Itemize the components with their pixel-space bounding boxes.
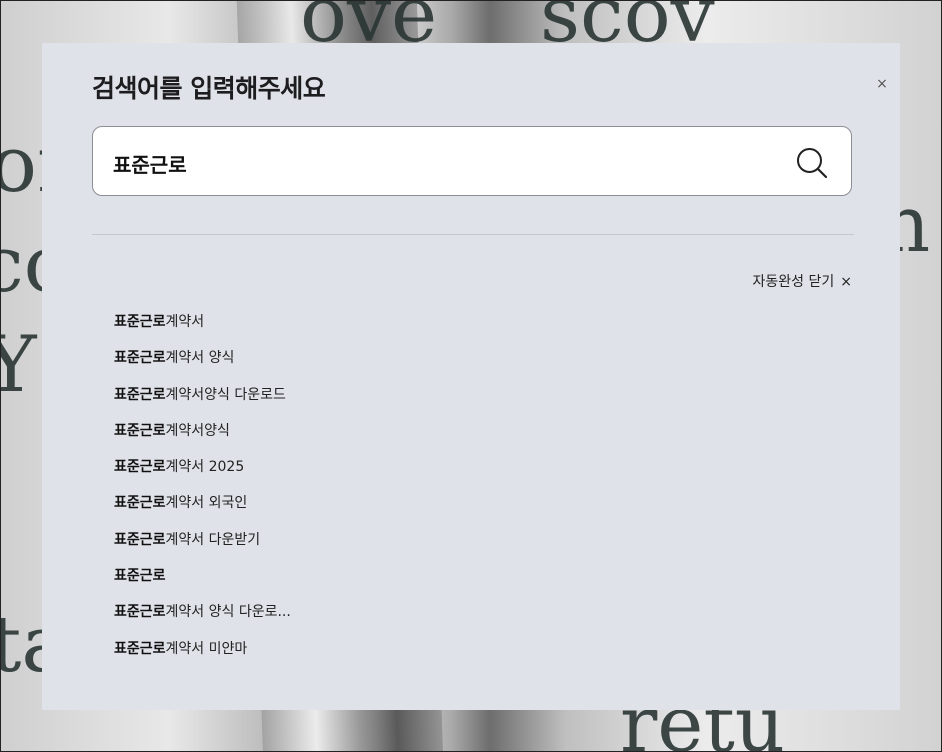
suggestion-list: 표준근로계약서 표준근로계약서 양식 표준근로계약서양식 다운로드 표준근로계약… — [114, 313, 291, 676]
suggestion-rest: 계약서 양식 — [165, 350, 235, 367]
suggestion-item[interactable]: 표준근로계약서 — [114, 313, 291, 349]
modal-close-button[interactable]: × — [868, 77, 896, 93]
suggestion-match: 표준근로 — [114, 531, 166, 548]
search-icon — [797, 148, 828, 179]
suggestion-rest: 계약서양식 — [165, 422, 230, 439]
suggestion-match: 표준근로 — [114, 495, 166, 512]
autocomplete-close-label: 자동완성 닫기 — [752, 274, 835, 290]
suggestion-item[interactable]: 표준근로계약서양식 — [114, 422, 291, 458]
suggestion-item[interactable]: 표준근로계약서 다운받기 — [114, 531, 291, 567]
suggestion-item[interactable]: 표준근로계약서 양식 다운로... — [114, 603, 291, 639]
suggestion-match: 표준근로 — [114, 604, 166, 621]
suggestion-item[interactable]: 표준근로계약서 양식 — [114, 349, 291, 385]
suggestion-rest: 계약서 미얀마 — [165, 640, 248, 657]
suggestion-rest: 계약서 2025 — [165, 459, 245, 476]
suggestion-match: 표준근로 — [114, 640, 166, 657]
divider — [92, 234, 854, 235]
suggestion-item[interactable]: 표준근로계약서양식 다운로드 — [114, 386, 291, 422]
search-box — [92, 126, 852, 196]
search-modal: × 검색어를 입력해주세요 자동완성 닫기× 표준근로계약서 표준근로계약서 양… — [42, 43, 900, 710]
suggestion-match: 표준근로 — [114, 386, 166, 403]
suggestion-rest: 계약서 다운받기 — [165, 531, 261, 548]
suggestion-rest: 계약서 — [165, 314, 205, 330]
search-button[interactable] — [795, 146, 829, 180]
suggestion-match: 표준근로 — [114, 350, 166, 367]
autocomplete-close-button[interactable]: 자동완성 닫기 × — [753, 271, 852, 291]
suggestion-item[interactable]: 표준근로 — [114, 567, 291, 603]
suggestion-item[interactable]: 표준근로계약서 미얀마 — [114, 640, 291, 676]
close-icon: × — [840, 274, 852, 290]
suggestion-item[interactable]: 표준근로계약서 외국인 — [114, 494, 291, 530]
modal-title: 검색어를 입력해주세요 — [92, 74, 326, 103]
suggestion-match: 표준근로 — [114, 422, 166, 439]
suggestion-rest: 계약서 양식 다운로... — [165, 604, 291, 621]
suggestion-match: 표준근로 — [114, 568, 166, 585]
suggestion-rest: 계약서양식 다운로드 — [165, 386, 286, 403]
search-input[interactable] — [111, 145, 775, 181]
suggestion-rest: 계약서 외국인 — [165, 495, 248, 512]
background-lettering: Y — [0, 320, 37, 410]
suggestion-match: 표준근로 — [114, 314, 166, 330]
suggestion-match: 표준근로 — [114, 459, 166, 476]
suggestion-item[interactable]: 표준근로계약서 2025 — [114, 458, 291, 494]
